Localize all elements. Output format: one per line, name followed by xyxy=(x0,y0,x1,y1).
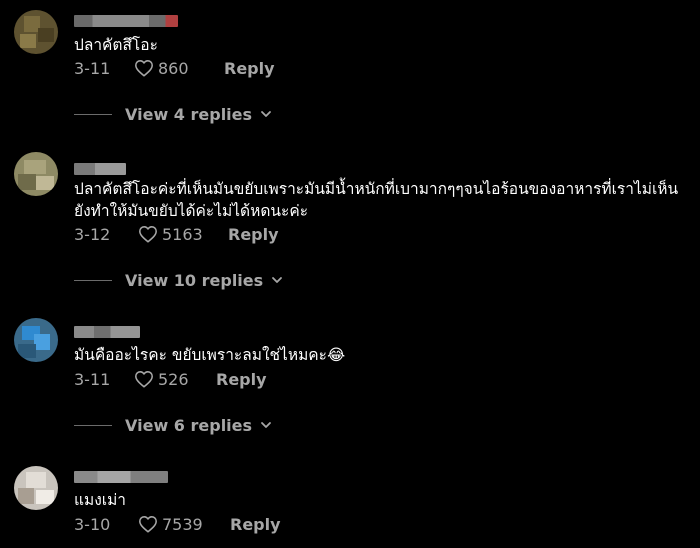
comment-text: มันคืออะไรคะ ขยับเพราะลมใช่ไหมคะ😂 xyxy=(74,346,346,364)
comment-meta: 3-10 7539 Reply xyxy=(74,512,281,536)
view-replies-button[interactable]: View 10 replies xyxy=(74,268,283,292)
heart-outline-icon xyxy=(135,371,153,388)
reply-button[interactable]: Reply xyxy=(216,370,267,389)
divider-line xyxy=(74,424,112,426)
comment-date: 3-11 xyxy=(74,369,111,389)
avatar[interactable] xyxy=(14,318,58,362)
like-button[interactable]: 526 xyxy=(134,370,216,389)
like-count: 526 xyxy=(158,369,189,389)
like-button[interactable]: 860 xyxy=(134,59,224,78)
username-blurred[interactable] xyxy=(74,163,126,175)
view-replies-button[interactable]: View 6 replies xyxy=(74,413,272,437)
reply-button[interactable]: Reply xyxy=(228,225,279,244)
divider-line xyxy=(74,279,112,281)
divider-line xyxy=(74,113,112,115)
view-replies-label: View 4 replies xyxy=(125,104,253,124)
chevron-down-icon xyxy=(261,111,271,117)
like-button[interactable]: 5163 xyxy=(138,225,228,244)
view-replies-label: View 10 replies xyxy=(125,270,264,290)
like-count: 860 xyxy=(158,58,189,78)
like-count: 5163 xyxy=(162,224,203,244)
comment-meta: 3-12 5163 Reply xyxy=(74,222,279,246)
avatar[interactable] xyxy=(14,10,58,54)
like-button[interactable]: 7539 xyxy=(138,515,230,534)
username-blurred[interactable] xyxy=(74,471,168,483)
comment-date: 3-10 xyxy=(74,514,111,534)
comment-meta: 3-11 860 Reply xyxy=(74,56,275,80)
avatar[interactable] xyxy=(14,152,58,196)
view-replies-button[interactable]: View 4 replies xyxy=(74,102,272,126)
heart-outline-icon xyxy=(135,60,153,77)
comment-text: ปลาคัตสึโอะค่ะที่เห็นมันขยับเพราะมันมีน้… xyxy=(74,180,679,220)
reply-button[interactable]: Reply xyxy=(224,59,275,78)
view-replies-label: View 6 replies xyxy=(125,415,253,435)
heart-outline-icon xyxy=(139,516,157,533)
chevron-down-icon xyxy=(272,277,283,283)
comment-text: แมงเม่า xyxy=(74,491,126,509)
username-blurred[interactable] xyxy=(74,326,140,338)
comment-meta: 3-11 526 Reply xyxy=(74,367,267,391)
avatar[interactable] xyxy=(14,466,58,510)
heart-outline-icon xyxy=(139,226,157,243)
comment-text: ปลาคัตสึโอะ xyxy=(74,36,158,54)
chevron-down-icon xyxy=(261,422,271,428)
reply-button[interactable]: Reply xyxy=(230,515,281,534)
comment-date: 3-11 xyxy=(74,58,111,78)
comment-date: 3-12 xyxy=(74,224,111,244)
username-blurred[interactable] xyxy=(74,15,178,27)
like-count: 7539 xyxy=(162,514,203,534)
